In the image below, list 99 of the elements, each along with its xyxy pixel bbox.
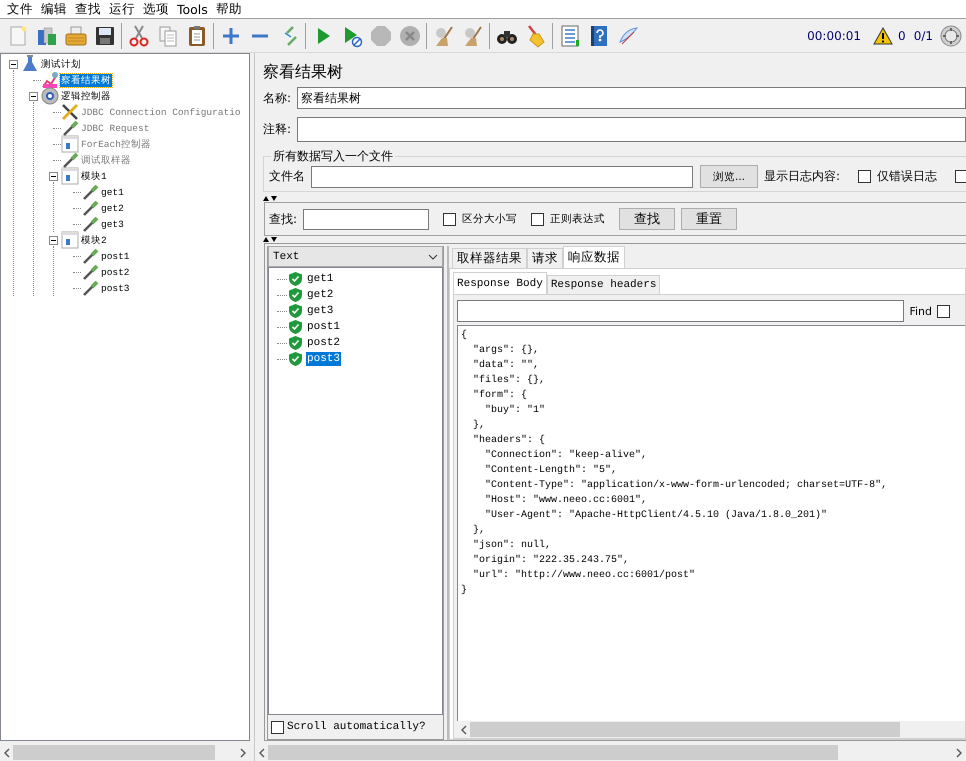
cancel-icon[interactable] [398,24,422,48]
checkbox[interactable] [937,304,950,318]
pipette-icon [81,183,99,201]
tree-item[interactable]: post1 [100,250,131,262]
tree-item[interactable]: 模块2 [80,234,108,246]
window-icon [61,231,79,249]
checkbox[interactable] [858,170,872,183]
menu-item[interactable]: 帮助 [212,0,246,18]
pipette-icon [61,151,79,169]
find-field[interactable] [457,300,904,322]
scrollbar-thumb[interactable] [13,745,215,760]
search-field[interactable] [303,208,430,230]
tree-item[interactable]: 逻辑控制器 [60,90,112,102]
shield-check-icon [289,272,302,286]
tree-item[interactable]: post2 [100,266,131,278]
menu-item[interactable]: 编辑 [37,0,71,18]
panel-title: 察看结果树 [262,61,344,83]
scroll-left-icon[interactable] [3,748,11,758]
renderer-dropdown[interactable]: Text [268,246,443,267]
group-title: 所有数据写入一个文件 [272,148,394,165]
response-body-text: { "args": {}, "data": "", "files": {}, "form": { "buy": "1" }, "headers": { "Connection": "keep-alive", "Content-Length": "5", "Content-Type": "application/x-www-form-urlencoded; charset=UTF-8", "Host": "www.neeo.cc:6001", "User-Agent": "Apache-HttpClient/4.5.10 (Java/1.8.0_201)" }, "json": null, "origin": "222.35.243.75", "url": "http://www.neeo.cc:6001/post" } [457,325,965,721]
checkbox[interactable] [955,170,966,183]
result-item[interactable]: post2 [306,336,342,350]
thread-count: 0/1 [914,28,933,42]
menu-item[interactable]: 文件 [3,0,37,18]
pipette-icon [81,199,99,217]
tree-toggle-icon[interactable] [8,60,18,68]
tree-item[interactable]: 测试计划 [40,58,82,70]
scrollbar-thumb[interactable] [470,722,900,737]
checkbox-label: 区分大小写 [462,212,518,226]
menu-item[interactable]: Tools [173,2,212,16]
error-count: 0 [898,28,906,42]
pipette-icon [81,215,99,233]
tree-item[interactable]: 察看结果树 [60,74,112,86]
tab[interactable]: 请求 [527,248,563,268]
checkbox[interactable] [443,212,456,226]
briefcase-icon[interactable] [64,24,88,48]
tree-item[interactable]: get3 [100,218,125,230]
field-label: 查找: [269,210,298,228]
scroll-right-icon[interactable] [239,748,247,758]
window-icon [61,135,79,153]
elapsed-time: 00:00:01 [807,28,862,42]
warning-icon [873,26,894,44]
result-item[interactable]: post3 [306,352,342,366]
tab[interactable]: 取样器结果 [452,248,527,268]
tree-item[interactable]: post3 [100,282,131,294]
gear-icon [41,87,59,105]
tools-icon [61,103,79,121]
tab[interactable]: Response Body [453,272,547,294]
tab[interactable]: Response headers [546,275,660,294]
pipette-icon [81,279,99,297]
result-item[interactable]: get3 [306,304,334,318]
pipette-icon [81,247,99,265]
circle-arrows-icon[interactable] [940,24,962,46]
tree-toggle-icon[interactable] [48,236,58,244]
shield-check-icon [289,336,302,350]
shield-check-icon [289,288,302,302]
checkbox[interactable] [531,212,544,226]
tree-toggle-icon[interactable] [48,172,58,180]
checkbox[interactable] [271,720,284,734]
name-field[interactable]: 察看结果树 [297,87,966,109]
scroll-left-icon[interactable] [460,724,468,734]
tree-item[interactable]: get2 [100,202,125,214]
search-action-button[interactable]: 查找 [619,208,676,230]
checkbox-label: 正则表达式 [550,212,606,226]
search-action-button[interactable]: 重置 [681,208,738,230]
field-label: 文件名 [269,168,305,185]
comment-field[interactable] [297,116,966,142]
tree-item[interactable]: get1 [100,186,125,198]
result-item[interactable]: get1 [306,272,334,286]
field-label: 显示日志内容: [764,168,840,185]
scrollbar-thumb[interactable] [268,745,838,760]
window-icon [61,167,79,185]
pipette-icon [81,263,99,281]
shield-check-icon [289,352,302,366]
splitter-arrows-icon[interactable] [263,236,277,242]
splitter-arrows-icon[interactable] [263,195,277,201]
field-label: 注释: [263,120,292,138]
result-item[interactable]: post1 [306,320,342,334]
tree-item[interactable]: 模块1 [80,170,108,182]
checkbox-label: Scroll automatically? [287,721,426,733]
menu-item[interactable]: 选项 [139,0,173,18]
checkbox-label: 仅错误日志 [877,168,938,185]
scissors-icon[interactable] [126,24,150,48]
scroll-left-icon[interactable] [258,748,266,758]
result-item[interactable]: get2 [306,288,334,302]
field-label: Find [909,304,932,318]
scroll-right-icon[interactable] [955,748,963,758]
browse-button[interactable]: 浏览... [700,165,758,188]
shield-check-icon [289,320,302,334]
tree-toggle-icon[interactable] [28,92,38,100]
pipette-icon [61,119,79,137]
menu-item[interactable]: 运行 [105,0,139,18]
menu-item[interactable]: 查找 [71,0,105,18]
field-label: 名称: [263,90,292,106]
filename-field[interactable] [311,166,693,188]
shield-check-icon [289,304,302,318]
tab[interactable]: 响应数据 [563,246,625,268]
caret-icon [428,254,438,260]
